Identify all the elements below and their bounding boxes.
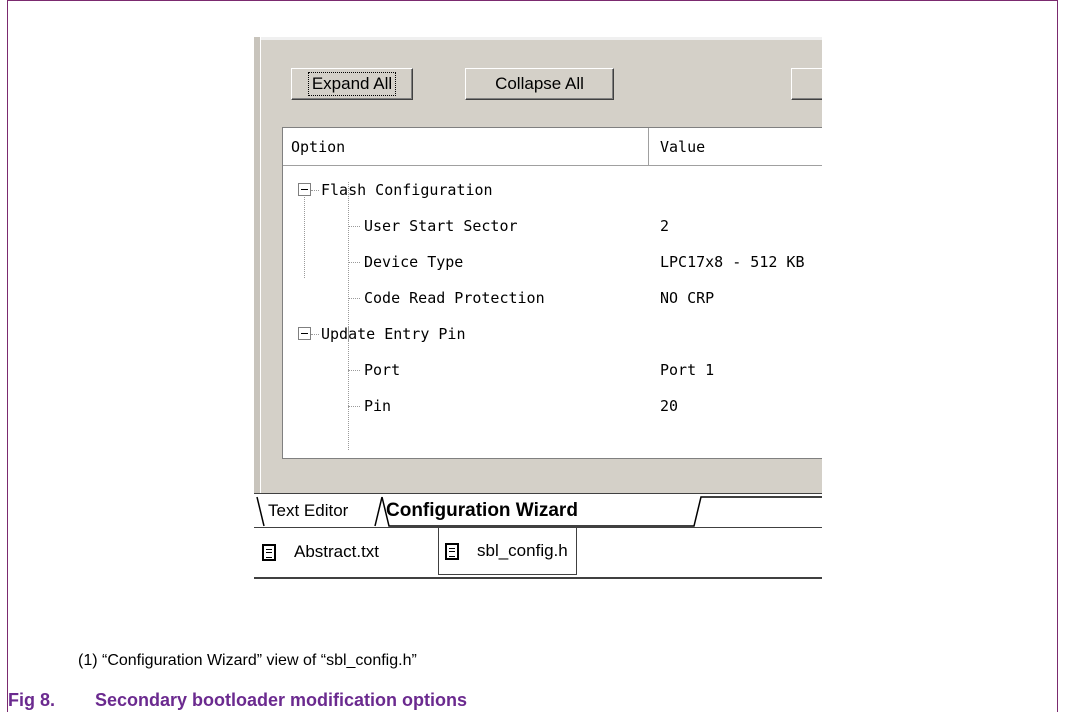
column-header-value[interactable]: Value <box>660 128 705 165</box>
file-tab-label: sbl_config.h <box>477 541 568 560</box>
option-label: Pin <box>364 397 392 415</box>
editor-tab-bar: Text Editor Configuration Wizard <box>254 493 822 528</box>
column-header-option[interactable]: Option <box>291 128 345 165</box>
text-file-icon <box>262 543 276 561</box>
option-value[interactable]: LPC17x8 - 512 KB <box>660 244 805 280</box>
window-bottom-edge <box>254 577 822 595</box>
tree-group-row[interactable]: Update Entry Pin <box>283 316 822 352</box>
figure-title: Fig 8. Secondary bootloader modification … <box>8 690 467 711</box>
file-tab-abstract[interactable]: Abstract.txt <box>262 528 379 576</box>
option-label: Device Type <box>364 253 464 271</box>
tree-group-row[interactable]: Flash Configuration <box>283 172 822 208</box>
text-file-icon <box>445 542 459 560</box>
file-tab-label: Abstract.txt <box>294 542 380 561</box>
grid-header: Option Value <box>283 128 822 166</box>
expand-all-label: Expand All <box>307 72 397 96</box>
group-label: Flash Configuration <box>321 181 493 199</box>
option-value[interactable]: 2 <box>660 208 669 244</box>
tree-option-row[interactable]: Port Port 1 <box>283 352 822 388</box>
tab-configuration-wizard[interactable]: Configuration Wizard <box>386 495 578 527</box>
figure-number: Fig 8. <box>8 690 56 710</box>
window-top-edge <box>254 37 822 40</box>
options-grid: Option Value Flash Configuration User St… <box>282 127 822 459</box>
file-tab-bar: Abstract.txt sbl_config.h <box>254 527 822 578</box>
tree-option-row[interactable]: Device Type LPC17x8 - 512 KB <box>283 244 822 280</box>
option-value[interactable]: 20 <box>660 388 678 424</box>
option-label: User Start Sector <box>364 217 518 235</box>
file-tab-sbl-config[interactable]: sbl_config.h <box>438 528 577 575</box>
configuration-wizard-screenshot: Expand All Collapse All Option Value Fla… <box>254 37 822 595</box>
collapse-all-button[interactable]: Collapse All <box>465 68 614 100</box>
option-label: Code Read Protection <box>364 289 545 307</box>
option-value[interactable]: NO CRP <box>660 280 714 316</box>
figure-title-text: Secondary bootloader modification option… <box>95 690 468 710</box>
window-left-edge <box>254 37 261 493</box>
tree-option-row[interactable]: User Start Sector 2 <box>283 208 822 244</box>
option-value[interactable]: Port 1 <box>660 352 714 388</box>
expand-all-button[interactable]: Expand All <box>291 68 413 100</box>
tree-option-row[interactable]: Pin 20 <box>283 388 822 424</box>
figure-caption: (1) “Configuration Wizard” view of “sbl_… <box>78 652 417 669</box>
toolbar-button-partial[interactable] <box>791 68 822 100</box>
tab-text-editor[interactable]: Text Editor <box>268 495 348 527</box>
group-label: Update Entry Pin <box>321 325 466 343</box>
collapse-all-label: Collapse All <box>495 74 584 93</box>
column-divider[interactable] <box>648 128 649 165</box>
tree-option-row[interactable]: Code Read Protection NO CRP <box>283 280 822 316</box>
collapse-minus-icon[interactable] <box>298 327 311 340</box>
collapse-minus-icon[interactable] <box>298 183 311 196</box>
option-label: Port <box>364 361 401 379</box>
